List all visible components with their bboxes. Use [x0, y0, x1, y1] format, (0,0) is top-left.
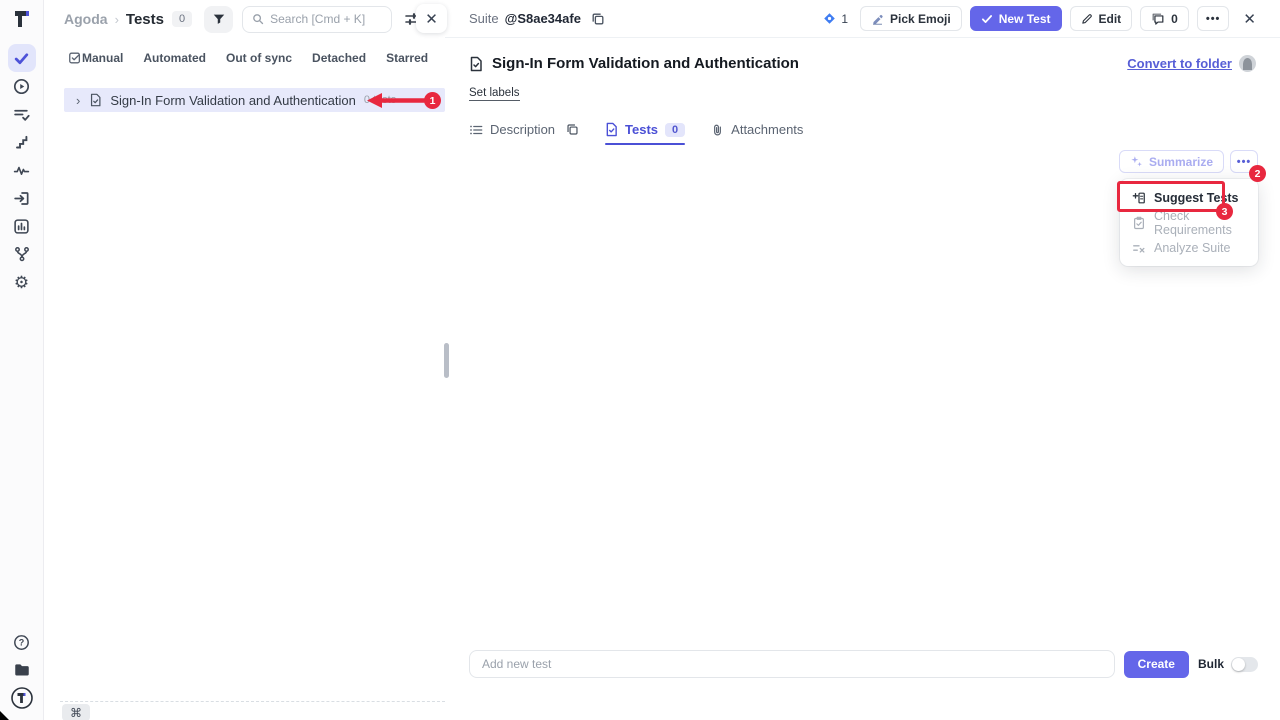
linked-issues[interactable]: 1	[823, 12, 848, 26]
check-requirements-icon	[1132, 216, 1146, 230]
filter-starred[interactable]: Starred	[386, 51, 428, 65]
breadcrumb-separator: ›	[115, 12, 119, 27]
filter-manual[interactable]: Manual	[82, 51, 123, 65]
description-icon	[469, 123, 483, 137]
suite-title: Sign-In Form Validation and Authenticati…	[492, 55, 799, 72]
new-test-button[interactable]: New Test	[970, 6, 1062, 31]
svg-text:?: ?	[19, 637, 25, 647]
filter-out-of-sync[interactable]: Out of sync	[226, 51, 292, 65]
app-logo-icon[interactable]	[11, 8, 33, 30]
sparkles-icon	[1130, 155, 1143, 168]
convert-to-folder-link[interactable]: Convert to folder	[1127, 56, 1232, 71]
help-icon[interactable]: ?	[8, 628, 36, 656]
nav-tests-icon[interactable]	[8, 44, 36, 72]
nav-branches-icon[interactable]	[8, 240, 36, 268]
bulk-label: Bulk	[1198, 657, 1224, 671]
nav-pulls-icon[interactable]	[8, 184, 36, 212]
menu-item-check-requirements[interactable]: Check Requirements	[1120, 210, 1258, 235]
copy-description-icon[interactable]	[566, 123, 579, 136]
cmd-shortcut-badge: ⌘	[62, 704, 90, 720]
edit-button[interactable]: Edit	[1070, 6, 1133, 31]
nav-plans-icon[interactable]	[8, 100, 36, 128]
tree-footer-divider: ⌘	[60, 701, 445, 702]
nav-runs-icon[interactable]	[8, 72, 36, 100]
tab-description[interactable]: Description	[469, 122, 579, 137]
collapse-panel-button[interactable]: ✕	[416, 4, 447, 33]
tests-tab-count: 0	[665, 123, 685, 137]
create-button[interactable]: Create	[1124, 651, 1189, 678]
menu-item-analyze-suite[interactable]: Analyze Suite	[1120, 235, 1258, 260]
comments-button[interactable]: 0	[1140, 6, 1189, 31]
search-placeholder: Search [Cmd + K]	[270, 12, 365, 26]
suite-doc-icon	[89, 93, 102, 107]
pick-emoji-button[interactable]: Pick Emoji	[860, 6, 962, 31]
annotation-highlight-rect	[1117, 181, 1225, 212]
tab-attachments[interactable]: Attachments	[711, 122, 803, 137]
assignee-avatar[interactable]	[1239, 55, 1256, 72]
tab-tests[interactable]: Tests 0	[605, 122, 685, 137]
app-rail: ⚙ ?	[0, 0, 44, 720]
ai-actions-row: Summarize •••	[1119, 150, 1258, 173]
tests-doc-icon	[605, 122, 618, 137]
account-avatar[interactable]	[8, 684, 36, 712]
filter-button[interactable]	[204, 6, 233, 33]
nav-analytics-icon[interactable]	[8, 156, 36, 184]
projects-folder-icon[interactable]	[8, 656, 36, 684]
suite-header: Suite @S8ae34afe 1 Pick Emoji New Test E…	[445, 0, 1280, 38]
jira-diamond-icon	[823, 12, 836, 25]
tests-count-badge: 0	[172, 11, 192, 27]
set-labels-link[interactable]: Set labels	[469, 87, 520, 101]
add-test-row: Create Bulk	[469, 650, 1258, 678]
nav-reports-icon[interactable]	[8, 212, 36, 240]
panel-resize-handle[interactable]	[444, 343, 449, 378]
suite-title-doc-icon	[469, 56, 483, 72]
expand-chevron-icon[interactable]: ›	[76, 94, 80, 107]
tree-toolbar: Agoda › Tests 0 Search [Cmd + K]	[44, 0, 445, 38]
close-detail-icon[interactable]: ✕	[1243, 10, 1256, 28]
breadcrumb-project[interactable]: Agoda	[64, 11, 108, 27]
comment-icon	[1151, 12, 1165, 26]
search-icon	[252, 13, 264, 25]
mouse-cursor	[0, 711, 9, 720]
bulk-toggle[interactable]	[1231, 657, 1258, 672]
suite-title-row: Sign-In Form Validation and Authenticati…	[445, 55, 1280, 72]
summarize-button[interactable]: Summarize	[1119, 150, 1224, 173]
funnel-icon	[212, 12, 226, 26]
suite-item-label[interactable]: Sign-In Form Validation and Authenticati…	[110, 93, 355, 108]
header-more-button[interactable]: •••	[1197, 6, 1230, 31]
suite-detail-panel: Suite @S8ae34afe 1 Pick Emoji New Test E…	[445, 0, 1280, 720]
copy-id-icon[interactable]	[591, 12, 605, 26]
analyze-suite-icon	[1132, 241, 1146, 255]
select-edit-icon[interactable]	[68, 51, 82, 65]
filter-detached[interactable]: Detached	[312, 51, 366, 65]
breadcrumb-section[interactable]: Tests	[126, 11, 164, 28]
quick-filters: Manual Automated Out of sync Detached St…	[44, 51, 445, 65]
annotation-step-3: 3	[1216, 203, 1233, 220]
pencil-icon	[1081, 13, 1093, 25]
annotation-step-2: 2	[1249, 165, 1266, 182]
linked-issues-count: 1	[841, 12, 848, 26]
check-icon	[981, 13, 993, 25]
emoji-hand-icon	[871, 12, 884, 25]
nav-settings-icon[interactable]: ⚙	[8, 268, 36, 296]
add-test-input[interactable]	[469, 650, 1115, 678]
nav-steps-icon[interactable]	[8, 128, 36, 156]
search-input[interactable]: Search [Cmd + K]	[242, 6, 392, 33]
filter-automated[interactable]: Automated	[143, 51, 206, 65]
paperclip-icon	[711, 123, 724, 137]
annotation-arrow-1	[366, 92, 428, 109]
entity-type-label: Suite	[469, 11, 499, 26]
detail-tabs: Description Tests 0 Attachments	[445, 122, 1280, 137]
annotation-step-1: 1	[424, 92, 441, 109]
entity-id: @S8ae34afe	[505, 11, 581, 26]
